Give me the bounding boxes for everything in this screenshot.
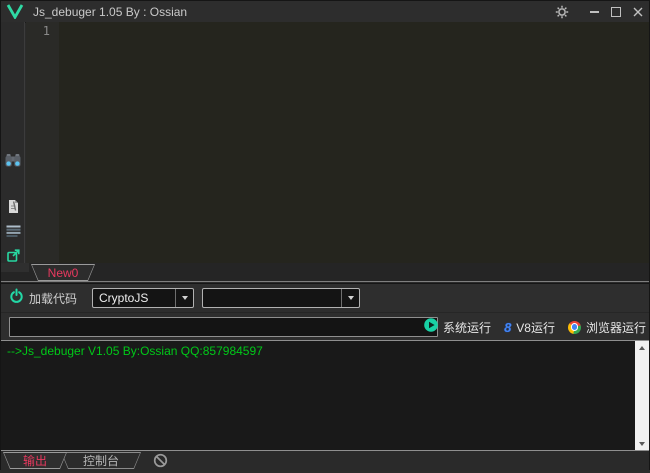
list-icon[interactable] [1, 225, 25, 237]
toolbar: 加载代码 CryptoJS [1, 283, 649, 312]
title-bar: Js_debuger 1.05 By : Ossian [1, 1, 649, 23]
tab-new0[interactable]: New0 [31, 264, 95, 281]
minimize-icon[interactable] [583, 1, 605, 22]
chrome-icon [568, 321, 581, 334]
tab-console-label: 控制台 [62, 453, 140, 468]
tab-new0-label: New0 [32, 265, 94, 280]
bottom-tab-bar: 控制台 输出 [1, 451, 649, 471]
open-external-icon[interactable] [1, 249, 25, 262]
output-panel: -->Js_debuger V1.05 By:Ossian QQ:8579845… [1, 340, 649, 451]
browser-run-label: 浏览器运行 [586, 319, 646, 336]
scroll-down-icon[interactable] [635, 437, 649, 450]
v8-icon: 8 [504, 321, 511, 334]
editor-tab-strip: New0 [1, 263, 649, 282]
tab-output[interactable]: 输出 [3, 452, 67, 469]
script-select[interactable]: CryptoJS [92, 288, 194, 308]
window-controls [551, 1, 649, 22]
play-icon [424, 318, 438, 337]
editor-sidebar [1, 22, 25, 263]
line-number: 1 [26, 22, 59, 38]
system-run-button[interactable]: 系统运行 [424, 318, 491, 337]
gear-icon[interactable] [551, 1, 573, 22]
secondary-select[interactable] [202, 288, 360, 308]
system-run-label: 系统运行 [443, 319, 491, 336]
prohibition-icon[interactable] [153, 453, 168, 473]
window-title: Js_debuger 1.05 By : Ossian [33, 5, 187, 19]
editor-gutter: 1 [26, 22, 59, 263]
command-input[interactable] [9, 317, 438, 337]
document-icon[interactable] [1, 199, 25, 214]
script-select-arrow[interactable] [175, 289, 193, 307]
load-code-label: 加载代码 [29, 290, 77, 307]
code-editor[interactable] [59, 22, 649, 263]
output-line: -->Js_debuger V1.05 By:Ossian QQ:8579845… [1, 341, 649, 361]
tab-output-label: 输出 [4, 453, 66, 468]
secondary-select-arrow[interactable] [341, 289, 359, 307]
scroll-up-icon[interactable] [635, 341, 649, 354]
binoculars-icon[interactable] [1, 153, 25, 168]
script-select-value: CryptoJS [93, 291, 175, 305]
run-buttons: 系统运行 8 V8运行 浏览器运行 [411, 313, 646, 341]
v-logo-icon [6, 4, 24, 19]
tab-console[interactable]: 控制台 [61, 452, 141, 469]
maximize-icon[interactable] [605, 1, 627, 22]
sidebar-stub [1, 263, 29, 272]
v8-run-label: V8运行 [516, 319, 555, 336]
browser-run-button[interactable]: 浏览器运行 [568, 319, 646, 336]
output-scrollbar[interactable] [635, 341, 649, 450]
load-code-button[interactable]: 加载代码 [9, 288, 77, 308]
run-bar: 系统运行 8 V8运行 浏览器运行 [1, 312, 649, 340]
close-icon[interactable] [627, 1, 649, 22]
app-window: Js_debuger 1.05 By : Ossian [0, 0, 650, 470]
power-icon [9, 288, 24, 308]
v8-run-button[interactable]: 8 V8运行 [504, 319, 555, 336]
